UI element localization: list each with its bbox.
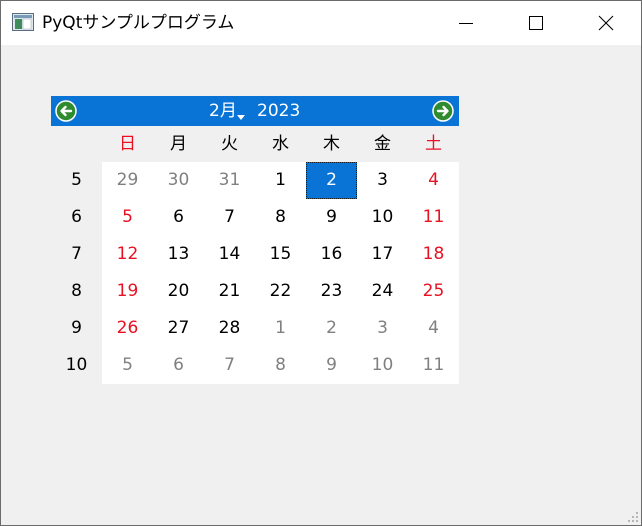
weekday-header: 土 xyxy=(425,134,442,154)
weekday-header: 水 xyxy=(272,134,289,154)
day-cell[interactable]: 3 xyxy=(357,310,408,347)
maximize-icon xyxy=(529,16,543,30)
day-cell[interactable]: 24 xyxy=(357,273,408,310)
selected-day-cell[interactable]: 2 xyxy=(306,162,357,199)
day-cell[interactable]: 25 xyxy=(408,273,459,310)
week-number-column: 5 6 7 8 9 10 xyxy=(51,162,102,384)
day-cell[interactable]: 26 xyxy=(102,310,153,347)
day-cell[interactable]: 20 xyxy=(153,273,204,310)
day-cell[interactable]: 9 xyxy=(306,199,357,236)
weekday-header-row: 日月火水木金土 xyxy=(51,126,459,162)
day-cell[interactable]: 17 xyxy=(357,236,408,273)
close-button[interactable] xyxy=(571,1,641,45)
day-cell[interactable]: 8 xyxy=(255,347,306,384)
arrow-right-circle-icon[interactable] xyxy=(432,100,454,122)
caret-down-icon[interactable] xyxy=(237,115,245,120)
day-cell[interactable]: 14 xyxy=(204,236,255,273)
weekday-header: 日 xyxy=(119,134,136,154)
minimize-icon xyxy=(459,23,473,24)
main-window: PyQtサンプルプログラム 2月 2023 日 月 火 水 木 金 土 5 6 … xyxy=(0,0,642,526)
day-cell[interactable]: 7 xyxy=(204,347,255,384)
day-cell[interactable]: 19 xyxy=(102,273,153,310)
day-cell[interactable]: 3 xyxy=(357,162,408,199)
resize-grip-icon[interactable] xyxy=(627,511,639,523)
calendar-days-grid: 29 30 31 1 2 3 4 5 6 7 8 9 10 11 12 13 14 15 16 17 18 19 20 21 2… xyxy=(102,162,459,384)
day-cell[interactable]: 8 xyxy=(255,199,306,236)
day-cell[interactable]: 27 xyxy=(153,310,204,347)
day-cell[interactable]: 10 xyxy=(357,199,408,236)
day-cell[interactable]: 15 xyxy=(255,236,306,273)
week-number: 6 xyxy=(71,207,82,227)
day-cell[interactable]: 6 xyxy=(153,199,204,236)
day-cell[interactable]: 4 xyxy=(408,162,459,199)
weekday-header: 金 xyxy=(374,134,391,154)
day-cell[interactable]: 4 xyxy=(408,310,459,347)
day-cell[interactable]: 1 xyxy=(255,310,306,347)
day-cell[interactable]: 10 xyxy=(357,347,408,384)
day-cell[interactable]: 21 xyxy=(204,273,255,310)
day-cell[interactable]: 9 xyxy=(306,347,357,384)
arrow-left-circle-icon[interactable] xyxy=(55,100,77,122)
day-cell[interactable]: 2 xyxy=(306,310,357,347)
calendar-navigation-bar: 2月 2023 xyxy=(51,96,459,126)
week-number: 10 xyxy=(65,355,88,375)
day-cell[interactable]: 1 xyxy=(255,162,306,199)
week-number: 5 xyxy=(71,170,82,190)
day-cell[interactable]: 30 xyxy=(153,162,204,199)
day-cell[interactable]: 29 xyxy=(102,162,153,199)
weekday-header: 月 xyxy=(170,134,187,154)
day-cell[interactable]: 12 xyxy=(102,236,153,273)
day-cell[interactable]: 7 xyxy=(204,199,255,236)
title-bar[interactable]: PyQtサンプルプログラム xyxy=(1,1,641,45)
day-cell[interactable]: 16 xyxy=(306,236,357,273)
day-cell[interactable]: 31 xyxy=(204,162,255,199)
week-number: 7 xyxy=(71,244,82,264)
week-number: 8 xyxy=(71,281,82,301)
app-window-icon xyxy=(12,13,34,31)
weekday-header: 火 xyxy=(221,134,238,154)
window-title: PyQtサンプルプログラム xyxy=(42,13,235,33)
month-selector[interactable]: 2月 xyxy=(209,100,237,122)
day-cell[interactable]: 18 xyxy=(408,236,459,273)
day-cell[interactable]: 6 xyxy=(153,347,204,384)
maximize-button[interactable] xyxy=(501,1,571,45)
day-cell[interactable]: 11 xyxy=(408,199,459,236)
weekday-header: 木 xyxy=(323,134,340,154)
week-number: 9 xyxy=(71,318,82,338)
day-cell[interactable]: 5 xyxy=(102,199,153,236)
day-cell[interactable]: 22 xyxy=(255,273,306,310)
close-icon xyxy=(598,15,614,31)
minimize-button[interactable] xyxy=(431,1,501,45)
day-cell[interactable]: 11 xyxy=(408,347,459,384)
day-cell[interactable]: 5 xyxy=(102,347,153,384)
day-cell[interactable]: 23 xyxy=(306,273,357,310)
year-selector[interactable]: 2023 xyxy=(257,100,300,122)
day-cell[interactable]: 13 xyxy=(153,236,204,273)
day-cell[interactable]: 28 xyxy=(204,310,255,347)
calendar-widget: 2月 2023 日月火水木金土 5 6 7 8 9 10 29 30 31 1 2 3 4 5 6 7 8 9 1… xyxy=(51,96,459,384)
